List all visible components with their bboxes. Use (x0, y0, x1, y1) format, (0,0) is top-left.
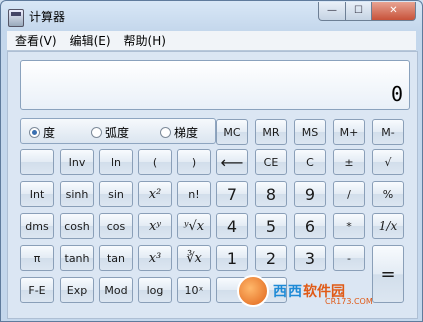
cube-root-button[interactable]: ∛x (177, 245, 211, 271)
window-title: 计算器 (29, 10, 66, 24)
menu-view[interactable]: 查看(V) (7, 31, 62, 50)
menu-help[interactable]: 帮助(H) (116, 31, 171, 50)
radio-dot-radians (91, 127, 102, 138)
percent-button[interactable]: % (372, 181, 404, 207)
title-bar: 计算器 — ☐ ✕ (1, 1, 422, 31)
sqrt-button[interactable]: √ (372, 149, 404, 175)
radio-radians[interactable]: 弧度 (91, 124, 129, 141)
calculator-icon (8, 9, 24, 27)
divide-button[interactable]: / (333, 181, 365, 207)
minimize-icon: — (327, 5, 337, 16)
factorial-button[interactable]: n! (177, 181, 211, 207)
plusminus-button[interactable]: ± (333, 149, 365, 175)
window-controls: — ☐ ✕ (318, 2, 416, 21)
cube-button[interactable]: x³ (138, 245, 172, 271)
close-button[interactable]: ✕ (372, 2, 416, 21)
digit-9-button[interactable]: 9 (294, 181, 326, 207)
cos-button[interactable]: cos (99, 213, 133, 239)
mminus-button[interactable]: M- (372, 119, 404, 145)
power-button[interactable]: xʸ (138, 213, 172, 239)
pi-button[interactable]: π (20, 245, 54, 271)
display-value: 0 (390, 82, 403, 106)
radio-label-radians: 弧度 (105, 126, 130, 140)
maximize-icon: ☐ (354, 5, 363, 16)
exp-button[interactable]: Exp (60, 277, 94, 303)
multiply-button[interactable]: * (333, 213, 365, 239)
subtract-button[interactable]: - (333, 245, 365, 271)
cosh-button[interactable]: cosh (60, 213, 94, 239)
calculator-window: 计算器 — ☐ ✕ 查看(V) 编辑(E) 帮助(H) 0 度 弧度 梯度 MC… (0, 0, 423, 322)
close-icon: ✕ (389, 5, 398, 16)
digit-4-button[interactable]: 4 (216, 213, 248, 239)
dms-button[interactable]: dms (20, 213, 54, 239)
backspace-button[interactable]: ⟵ (216, 149, 248, 175)
radio-label-gradians: 梯度 (174, 126, 199, 140)
tan-button[interactable]: tan (99, 245, 133, 271)
sin-button[interactable]: sin (99, 181, 133, 207)
lparen-button[interactable]: ( (138, 149, 172, 175)
fe-button[interactable]: F-E (20, 277, 54, 303)
reciprocal-button[interactable]: 1/x (372, 213, 404, 239)
yroot-button[interactable]: ʸ√x (177, 213, 211, 239)
watermark-url: CR173.COM (325, 297, 373, 306)
digit-8-button[interactable]: 8 (255, 181, 287, 207)
watermark-logo-icon (237, 275, 269, 307)
digit-5-button[interactable]: 5 (255, 213, 287, 239)
radio-dot-degrees (29, 127, 40, 138)
log-button[interactable]: log (138, 277, 172, 303)
ms-button[interactable]: MS (294, 119, 326, 145)
digit-3-button[interactable]: 3 (294, 245, 326, 271)
tanh-button[interactable]: tanh (60, 245, 94, 271)
radio-label-degrees: 度 (43, 126, 56, 140)
mod-button[interactable]: Mod (99, 277, 133, 303)
radio-dot-gradians (160, 127, 171, 138)
digit-6-button[interactable]: 6 (294, 213, 326, 239)
radio-degrees[interactable]: 度 (29, 124, 55, 141)
menu-edit[interactable]: 编辑(E) (62, 31, 116, 50)
watermark-text-1: 西西 (273, 284, 303, 300)
digit-2-button[interactable]: 2 (255, 245, 287, 271)
ln-button[interactable]: ln (99, 149, 133, 175)
minimize-button[interactable]: — (318, 2, 346, 21)
ten-power-button[interactable]: 10ˣ (177, 277, 211, 303)
sinh-button[interactable]: sinh (60, 181, 94, 207)
radio-gradians[interactable]: 梯度 (160, 124, 198, 141)
mr-button[interactable]: MR (255, 119, 287, 145)
digit-1-button[interactable]: 1 (216, 245, 248, 271)
angle-mode-group: 度 弧度 梯度 (20, 118, 216, 144)
square-button[interactable]: x² (138, 181, 172, 207)
digit-7-button[interactable]: 7 (216, 181, 248, 207)
ce-button[interactable]: CE (255, 149, 287, 175)
inv-button[interactable]: Inv (60, 149, 94, 175)
clear-button[interactable]: C (294, 149, 326, 175)
mplus-button[interactable]: M+ (333, 119, 365, 145)
result-display: 0 (20, 60, 410, 110)
int-button[interactable]: Int (20, 181, 54, 207)
watermark: 西西 软件园 CR173.COM (237, 273, 415, 309)
rparen-button[interactable]: ) (177, 149, 211, 175)
maximize-button[interactable]: ☐ (346, 2, 372, 21)
mc-button[interactable]: MC (216, 119, 248, 145)
blank-button (20, 149, 54, 175)
menu-bar: 查看(V) 编辑(E) 帮助(H) (7, 31, 416, 51)
